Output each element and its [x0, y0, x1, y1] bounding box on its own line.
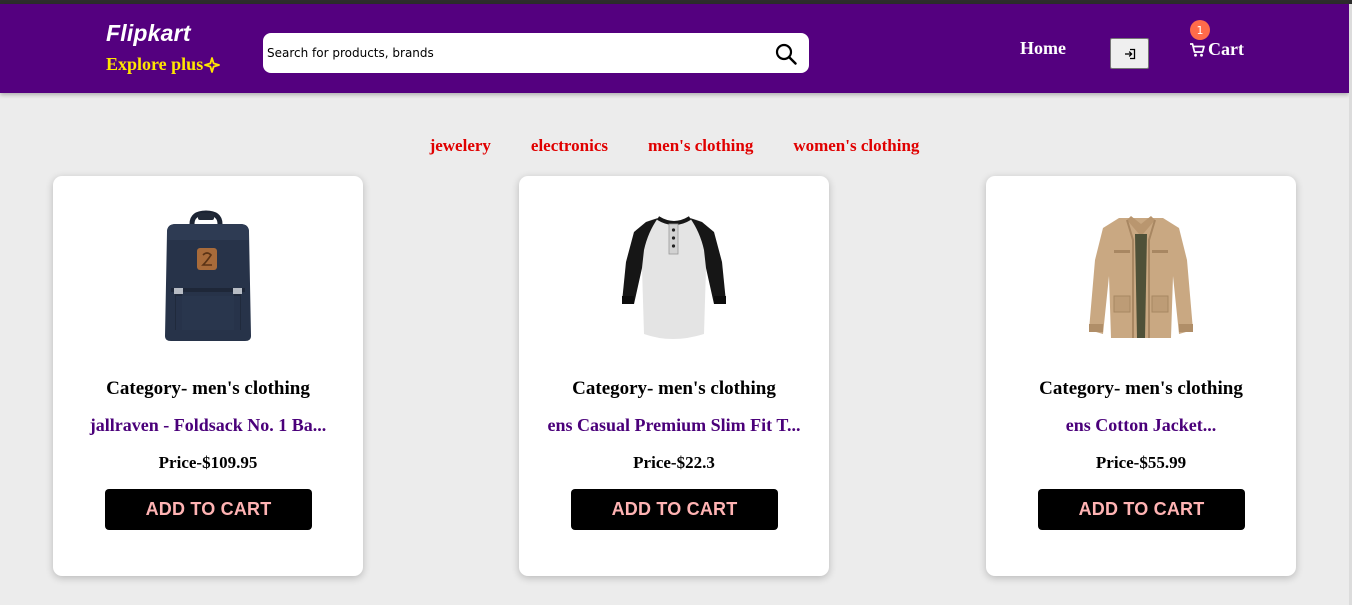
product-image-backpack[interactable] [53, 210, 363, 345]
product-price: Price-$55.99 [1095, 453, 1187, 472]
login-button[interactable] [1110, 38, 1149, 69]
category-nav: jewelery electronics men's clothing wome… [0, 136, 1349, 156]
plus-star-icon [204, 56, 221, 73]
tshirt-image [622, 216, 726, 339]
cart-label: Cart [1208, 39, 1244, 59]
backpack-image [165, 210, 251, 341]
search-icon[interactable] [775, 43, 797, 65]
category-link-electronics[interactable]: electronics [531, 136, 608, 156]
add-to-cart-button[interactable]: ADD TO CART [571, 489, 778, 530]
product-category: Category- men's clothing [106, 378, 310, 399]
cart-count-badge: 1 [1190, 20, 1210, 40]
explore-plus-link[interactable]: Explore plus [106, 54, 221, 75]
search-bar [263, 33, 809, 73]
category-link-jewelery[interactable]: jewelery [430, 136, 491, 156]
product-category: Category- men's clothing [572, 378, 776, 399]
category-link-mens-clothing[interactable]: men's clothing [648, 136, 753, 156]
product-card: Category- men's clothing ens Cotton Jack… [986, 176, 1296, 576]
product-image-tshirt[interactable] [519, 210, 829, 345]
add-to-cart-button[interactable]: ADD TO CART [105, 489, 312, 530]
flipkart-logo[interactable]: Flipkart [106, 20, 191, 47]
product-category: Category- men's clothing [1039, 378, 1243, 399]
home-link[interactable]: Home [1020, 38, 1066, 59]
cart-link[interactable]: Cart [1189, 39, 1244, 60]
product-title[interactable]: ens Cotton Jacket... [986, 415, 1296, 436]
top-navbar: Flipkart Explore plus Home Cart [0, 4, 1349, 93]
product-card: Category- men's clothing ens Casual Prem… [519, 176, 829, 576]
product-title[interactable]: jallraven - Foldsack No. 1 Ba... [53, 415, 363, 436]
product-image-jacket[interactable] [986, 210, 1296, 345]
product-title[interactable]: ens Casual Premium Slim Fit T... [519, 415, 829, 436]
product-card: Category- men's clothing jallraven - Fol… [53, 176, 363, 576]
product-price: Price-$22.3 [633, 453, 715, 472]
search-input[interactable] [267, 41, 435, 65]
cart-icon [1190, 42, 1205, 57]
product-price: Price-$109.95 [158, 453, 258, 472]
login-icon [1124, 48, 1135, 59]
category-link-womens-clothing[interactable]: women's clothing [793, 136, 919, 156]
jacket-image [1089, 216, 1193, 338]
add-to-cart-button[interactable]: ADD TO CART [1038, 489, 1245, 530]
explore-plus-label: Explore plus [106, 54, 204, 74]
